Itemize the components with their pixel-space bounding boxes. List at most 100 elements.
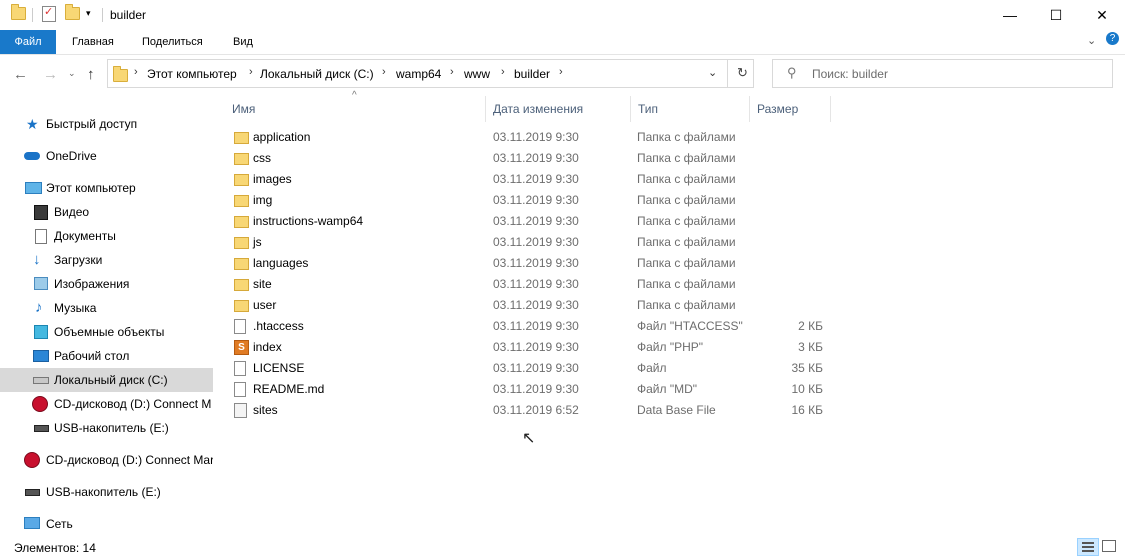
address-bar[interactable]: › Этот компьютер › Локальный диск (C:) ›… <box>107 59 754 88</box>
sidebar-item-label: Этот компьютер <box>46 181 136 195</box>
search-input[interactable]: Поиск: builder <box>812 67 888 81</box>
breadcrumb-this-pc[interactable]: Этот компьютер <box>147 67 237 81</box>
file-type: Папка с файлами <box>637 172 736 186</box>
file-row[interactable]: LICENSE 03.11.2019 9:30 Файл 35 КБ <box>214 358 834 379</box>
folder-icon <box>113 66 128 82</box>
sidebar-item-local-disk[interactable]: Локальный диск (C:) <box>0 368 213 392</box>
sidebar-item-music[interactable]: ♪ Музыка <box>0 296 213 320</box>
breadcrumb-local-disk[interactable]: Локальный диск (C:) <box>260 67 374 81</box>
breadcrumb-separator-icon[interactable]: › <box>134 66 138 78</box>
column-separator[interactable] <box>830 96 831 122</box>
tab-view[interactable]: Вид <box>222 30 264 54</box>
file-date: 03.11.2019 9:30 <box>493 277 579 291</box>
up-arrow-icon[interactable]: ↑ <box>87 66 95 83</box>
file-date: 03.11.2019 9:30 <box>493 319 579 333</box>
file-date: 03.11.2019 9:30 <box>493 151 579 165</box>
tab-share[interactable]: Поделиться <box>131 30 214 54</box>
large-icons-view-icon[interactable] <box>1102 540 1116 552</box>
sidebar-item-3d-objects[interactable]: Объемные объекты <box>0 320 213 344</box>
file-type: Папка с файлами <box>637 235 736 249</box>
file-type: Папка с файлами <box>637 277 736 291</box>
file-name: instructions-wamp64 <box>253 214 364 228</box>
file-icon <box>234 319 246 334</box>
breadcrumb-builder[interactable]: builder <box>514 67 550 81</box>
breadcrumb-separator-icon[interactable]: › <box>249 66 253 78</box>
file-row[interactable]: js 03.11.2019 9:30 Папка с файлами <box>214 232 834 253</box>
file-row[interactable]: img 03.11.2019 9:30 Папка с файлами <box>214 190 834 211</box>
column-separator[interactable] <box>630 96 631 122</box>
sidebar-item-label: Изображения <box>54 277 130 291</box>
sidebar-item-quick-access[interactable]: ★ Быстрый доступ <box>0 112 213 136</box>
sidebar-item-video[interactable]: Видео <box>0 200 213 224</box>
address-dropdown-chevron-icon[interactable]: ⌄ <box>708 66 717 79</box>
file-date: 03.11.2019 9:30 <box>493 256 579 270</box>
file-icon <box>234 361 246 376</box>
tab-file[interactable]: Файл <box>0 30 56 54</box>
breadcrumb-separator-icon[interactable]: › <box>450 66 454 78</box>
usb-icon <box>25 489 40 496</box>
file-row[interactable]: README.md 03.11.2019 9:30 Файл "MD" 10 КБ <box>214 379 834 400</box>
sidebar-item-images[interactable]: Изображения <box>0 272 213 296</box>
folder-icon <box>234 279 249 291</box>
sidebar-item-this-pc[interactable]: Этот компьютер <box>0 176 213 200</box>
sidebar-item-cd-drive[interactable]: CD-дисковод (D:) Connect M <box>0 392 213 416</box>
column-header-name[interactable]: Имя <box>232 102 255 116</box>
details-view-icon[interactable] <box>1077 538 1099 556</box>
new-folder-icon[interactable] <box>65 4 80 20</box>
chevron-down-icon[interactable]: ⌄ <box>1087 34 1096 47</box>
file-row[interactable]: sites 03.11.2019 6:52 Data Base File 16 КБ <box>214 400 834 421</box>
column-header-date[interactable]: Дата изменения <box>493 102 583 116</box>
sidebar-item-desktop[interactable]: Рабочий стол <box>0 344 213 368</box>
close-button[interactable]: ✕ <box>1079 0 1125 30</box>
breadcrumb-separator-icon[interactable]: › <box>559 66 563 78</box>
sidebar-item-label: Локальный диск (C:) <box>54 373 168 387</box>
file-row[interactable]: images 03.11.2019 9:30 Папка с файлами <box>214 169 834 190</box>
qa-customize-chevron-icon[interactable]: ▾ <box>86 8 91 19</box>
file-date: 03.11.2019 9:30 <box>493 340 579 354</box>
sidebar-item-cd-drive-root[interactable]: CD-дисковод (D:) Connect Mar <box>0 448 213 472</box>
help-icon[interactable]: ? <box>1106 32 1119 45</box>
properties-icon[interactable]: ✓ <box>42 6 56 22</box>
column-header-type[interactable]: Тип <box>638 102 658 116</box>
mouse-cursor-icon: ↖ <box>522 430 536 447</box>
sidebar-item-onedrive[interactable]: OneDrive <box>0 144 213 168</box>
file-row[interactable]: css 03.11.2019 9:30 Папка с файлами <box>214 148 834 169</box>
file-row[interactable]: application 03.11.2019 9:30 Папка с файлам… <box>214 127 834 148</box>
breadcrumb-www[interactable]: www <box>464 67 490 81</box>
file-size: 2 КБ <box>798 319 823 333</box>
file-row[interactable]: site 03.11.2019 9:30 Папка с файлами <box>214 274 834 295</box>
video-icon <box>34 205 48 220</box>
file-date: 03.11.2019 9:30 <box>493 382 579 396</box>
tab-home[interactable]: Главная <box>61 30 125 54</box>
maximize-button[interactable]: ☐ <box>1033 0 1079 30</box>
file-row[interactable]: .htaccess 03.11.2019 9:30 Файл "HTACCESS" 2… <box>214 316 834 337</box>
sidebar-item-label: Объемные объекты <box>54 325 165 339</box>
back-arrow-icon[interactable]: ← <box>13 66 28 83</box>
breadcrumb-separator-icon[interactable]: › <box>382 66 386 78</box>
column-separator[interactable] <box>749 96 750 122</box>
file-name: LICENSE <box>253 361 305 375</box>
column-separator[interactable] <box>485 96 486 122</box>
image-icon <box>34 277 48 290</box>
file-row[interactable]: Sindex 03.11.2019 9:30 Файл "PHP" 3 КБ <box>214 337 834 358</box>
sidebar-item-usb-drive-root[interactable]: USB-накопитель (E:) <box>0 480 213 504</box>
sidebar-item-label: CD-дисковод (D:) Connect Mar <box>46 453 213 467</box>
search-box[interactable]: ⚲ Поиск: builder <box>772 59 1113 88</box>
file-row[interactable]: user 03.11.2019 9:30 Папка с файлами <box>214 295 834 316</box>
sidebar-item-network[interactable]: Сеть <box>0 512 213 536</box>
file-row[interactable]: instructions-wamp64 03.11.2019 9:30 Папка … <box>214 211 834 232</box>
sidebar-item-label: Видео <box>54 205 90 219</box>
file-name: languages <box>253 256 309 270</box>
sidebar-item-usb-drive[interactable]: USB-накопитель (E:) <box>0 416 213 440</box>
sidebar-item-downloads[interactable]: ↓ Загрузки <box>0 248 213 272</box>
file-row[interactable]: languages 03.11.2019 9:30 Папка с файлами <box>214 253 834 274</box>
refresh-icon[interactable]: ↻ <box>737 65 748 81</box>
sidebar-item-documents[interactable]: Документы <box>0 224 213 248</box>
breadcrumb-separator-icon[interactable]: › <box>501 66 505 78</box>
breadcrumb-wamp64[interactable]: wamp64 <box>396 67 441 81</box>
recent-chevron-icon[interactable]: ⌄ <box>68 68 76 79</box>
forward-arrow-icon[interactable]: → <box>43 66 58 83</box>
file-list: ^ Имя Дата изменения Тип Размер applicat… <box>214 90 1125 536</box>
column-header-size[interactable]: Размер <box>757 102 798 116</box>
minimize-button[interactable]: — <box>987 0 1033 30</box>
